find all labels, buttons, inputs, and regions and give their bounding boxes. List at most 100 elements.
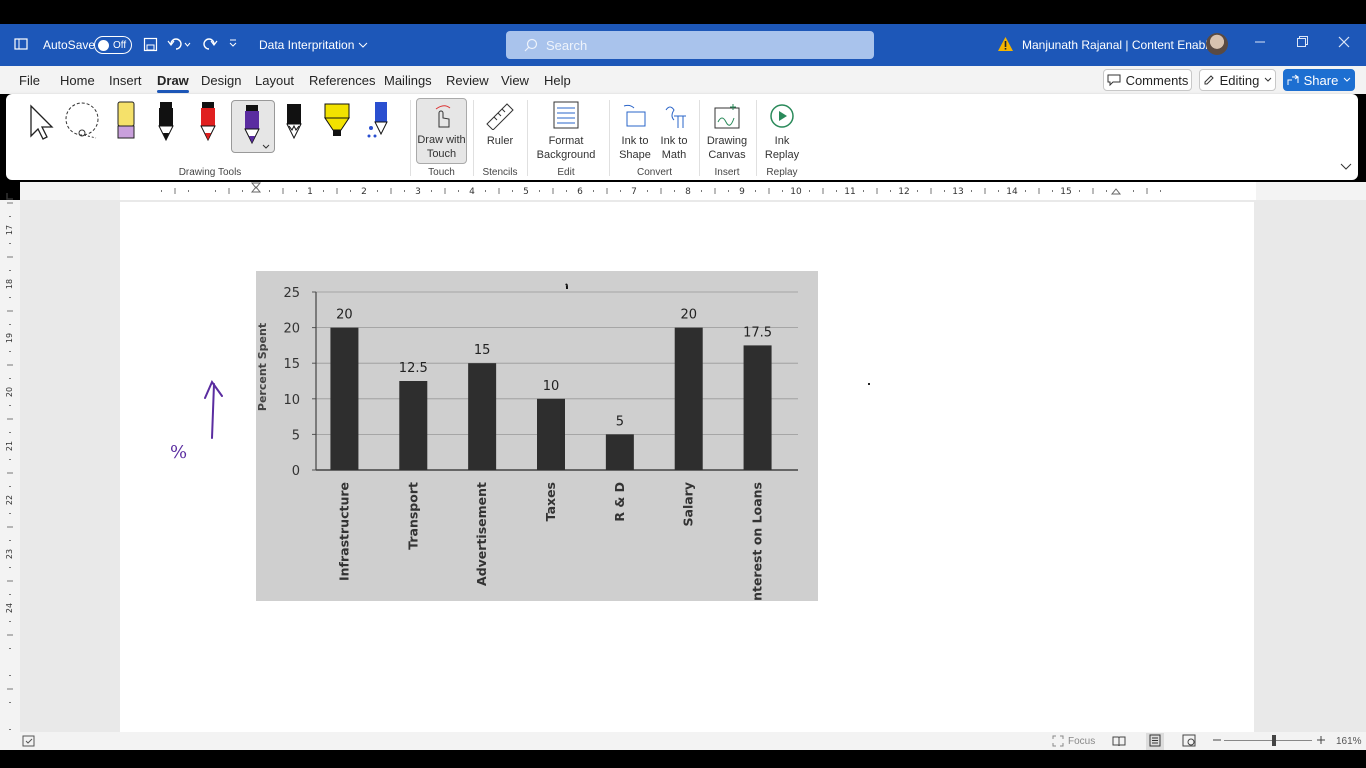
ruler-icon [486, 103, 514, 130]
share-icon [1287, 74, 1299, 85]
ruler-number: 23 [5, 549, 14, 559]
zoom-out-icon[interactable] [1212, 734, 1222, 749]
avatar[interactable] [1206, 33, 1228, 55]
tab-view[interactable]: View [501, 73, 529, 88]
close-icon[interactable] [1338, 34, 1350, 51]
tab-home[interactable]: Home [60, 73, 95, 88]
editing-mode-button[interactable]: Editing [1199, 69, 1276, 91]
read-mode-icon[interactable] [1112, 735, 1126, 750]
sidebar-toggle-icon[interactable] [14, 37, 28, 51]
accessibility-icon[interactable] [22, 735, 35, 750]
ruler-number: 12 [898, 187, 909, 197]
search-box[interactable]: Search [506, 31, 874, 59]
tab-draw[interactable]: Draw [157, 73, 189, 93]
zoom-slider[interactable] [1224, 740, 1312, 741]
draw-with-touch-label-2: Touch [426, 148, 457, 160]
drawing-canvas-label-2: Canvas [708, 149, 746, 161]
x-tick-label: Taxes [543, 482, 558, 521]
tab-insert[interactable]: Insert [109, 73, 142, 88]
chevron-down-icon [359, 42, 368, 48]
tab-layout[interactable]: Layout [255, 73, 294, 88]
pencil-icon [1204, 75, 1214, 85]
share-button[interactable]: Share [1283, 69, 1355, 91]
vertical-ruler[interactable]: 17 18 19 20 21 22 23 24 [0, 200, 20, 732]
focus-button[interactable]: Focus [1052, 735, 1095, 747]
tab-review[interactable]: Review [446, 73, 489, 88]
ink-to-shape-label-2: Shape [619, 149, 651, 161]
minimize-icon[interactable] [1254, 34, 1266, 51]
user-name[interactable]: Manjunath Rajanal | Content Enablers [1022, 38, 1225, 52]
tab-file[interactable]: File [19, 73, 40, 88]
bar-value-label: 5 [616, 414, 624, 429]
drawing-canvas-label-1: Drawing [706, 135, 748, 147]
pen-black-alt-icon[interactable] [274, 100, 314, 148]
format-background-button[interactable]: Format Background [533, 98, 599, 162]
ruler-label: Ruler [486, 135, 514, 147]
save-icon[interactable] [143, 37, 158, 52]
group-separator [527, 100, 528, 176]
format-background-icon [553, 101, 579, 129]
select-pointer-icon[interactable] [20, 100, 60, 148]
bar [537, 398, 565, 470]
horizontal-ruler[interactable]: 1 2 3 4 5 6 7 8 9 10 11 12 13 14 15 [20, 182, 1366, 200]
group-label-touch: Touch [428, 167, 455, 178]
web-layout-icon[interactable] [1182, 734, 1196, 750]
pen-red-icon[interactable] [188, 100, 228, 148]
print-layout-icon[interactable] [1146, 733, 1164, 751]
search-placeholder: Search [546, 37, 588, 53]
share-label: Share [1303, 72, 1339, 88]
ruler-number: 14 [1006, 187, 1018, 197]
comments-button[interactable]: Comments [1103, 69, 1192, 91]
ink-to-math-button[interactable]: Ink to Math [656, 98, 692, 162]
highlighter-yellow-icon[interactable] [317, 100, 357, 148]
zoom-slider-thumb[interactable] [1272, 735, 1276, 746]
chart-image[interactable]: Percent Spent 0 5 10 15 20 25 20 Infrastructure… [256, 271, 818, 606]
tab-mailings[interactable]: Mailings [384, 73, 432, 88]
title-bar: AutoSave Off Data Interpritation Search … [0, 24, 1366, 66]
drawing-canvas-button[interactable]: Drawing Canvas [704, 98, 750, 162]
collapse-ribbon-icon[interactable] [1340, 162, 1352, 174]
autosave-state: Off [113, 39, 127, 51]
eraser-icon[interactable] [104, 100, 144, 148]
group-separator [699, 100, 700, 176]
ruler-number: 15 [1060, 187, 1071, 197]
tab-design[interactable]: Design [201, 73, 241, 88]
customize-qat-icon[interactable] [228, 36, 238, 50]
bar-chart: Percent Spent 0 5 10 15 20 25 20 Infrastructure… [256, 283, 798, 606]
word-window: AutoSave Off Data Interpritation Search … [0, 0, 1366, 768]
zoom-in-icon[interactable] [1316, 734, 1326, 749]
tab-help[interactable]: Help [544, 73, 571, 88]
autosave-toggle[interactable]: Off [94, 36, 132, 54]
ruler-number: 21 [5, 441, 14, 451]
ink-to-shape-button[interactable]: Ink to Shape [617, 98, 653, 162]
ruler-number: 5 [523, 187, 529, 197]
focus-label: Focus [1068, 735, 1096, 747]
ink-replay-label-1: Ink [774, 135, 790, 147]
zoom-level[interactable]: 161% [1336, 736, 1362, 747]
ruler-button[interactable]: Ruler [480, 98, 520, 148]
pen-black-icon[interactable] [146, 100, 186, 148]
page[interactable]: % Percent Spent 0 5 10 15 20 25 20 Infrastructu… [120, 202, 1254, 732]
undo-icon[interactable] [167, 36, 191, 52]
comments-label: Comments [1125, 72, 1189, 88]
restore-icon[interactable] [1296, 34, 1308, 51]
ruler-number: 10 [790, 187, 802, 197]
draw-with-touch-button[interactable]: Draw with Touch [416, 98, 467, 164]
tab-references[interactable]: References [309, 73, 375, 88]
bar [743, 345, 772, 470]
ruler-number: 3 [415, 187, 421, 197]
ink-to-shape-label-1: Ink to [621, 135, 649, 147]
bar [468, 363, 497, 470]
ruler-number: 1 [307, 187, 313, 197]
x-tick-label: Advertisement [474, 482, 489, 586]
group-separator [410, 100, 411, 176]
pen-galaxy-blue-icon[interactable] [359, 100, 399, 148]
bar-value-label: 20 [336, 308, 353, 323]
ink-replay-button[interactable]: Ink Replay [762, 98, 802, 162]
redo-icon[interactable] [201, 36, 219, 52]
lasso-select-icon[interactable] [62, 100, 102, 148]
warning-icon[interactable] [997, 36, 1014, 52]
pen-purple-icon[interactable] [231, 100, 275, 153]
document-title[interactable]: Data Interpritation [259, 38, 368, 52]
ruler-number: 11 [844, 187, 855, 197]
